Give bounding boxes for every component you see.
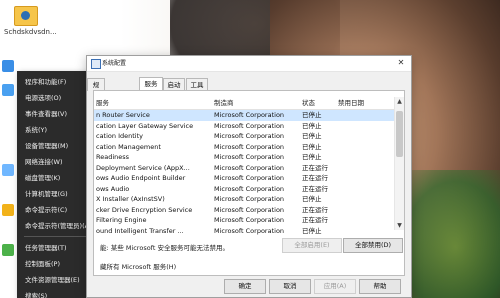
- app-icon[interactable]: [2, 60, 14, 72]
- disabled-date: [338, 152, 398, 163]
- tab-services[interactable]: 服务: [139, 77, 163, 91]
- cancel-button[interactable]: 取消: [269, 279, 311, 294]
- tabs: 规 服务 启动 工具: [87, 77, 411, 91]
- manufacturer: Microsoft Corporation: [214, 226, 285, 235]
- scroll-up-icon[interactable]: ▲: [396, 98, 403, 105]
- user-folder-icon: [14, 6, 38, 26]
- manufacturer: Microsoft Corporation: [214, 216, 285, 224]
- disable-all-button[interactable]: 全部禁用(D): [343, 238, 403, 253]
- service-name: Deployment Service (AppX...: [96, 163, 190, 172]
- window-title: 系统配置: [102, 60, 127, 67]
- app-icon[interactable]: [2, 244, 14, 256]
- disabled-date: [338, 110, 398, 121]
- disabled-date: [338, 194, 398, 205]
- vertical-scrollbar[interactable]: ▲ ▼: [394, 97, 404, 230]
- hide-microsoft-services-label[interactable]: 藏所有 Microsoft 服务(H): [100, 261, 176, 271]
- disabled-date: [338, 184, 398, 195]
- status: 正在运行: [302, 163, 328, 172]
- service-name: ound Intelligent Transfer ...: [96, 226, 184, 235]
- app-icon[interactable]: [2, 84, 14, 96]
- disabled-date: [338, 173, 398, 184]
- desktop-file-icon[interactable]: Schdskdvsdn...: [4, 6, 58, 40]
- status: 已停止: [302, 121, 322, 130]
- table-row[interactable]: cation Management Microsoft Corporation …: [94, 142, 404, 153]
- service-name: cation Identity: [96, 132, 143, 140]
- manufacturer: Microsoft Corporation: [214, 111, 285, 119]
- table-row[interactable]: Readiness Microsoft Corporation 已停止: [94, 152, 404, 163]
- status: 已停止: [302, 226, 322, 235]
- disabled-date: [338, 142, 398, 153]
- manufacturer: Microsoft Corporation: [214, 153, 285, 161]
- status: 正在运行: [302, 174, 328, 182]
- manufacturer: Microsoft Corporation: [214, 174, 285, 182]
- table-row[interactable]: cation Layer Gateway Service Microsoft C…: [94, 121, 404, 132]
- disabled-date: [338, 215, 398, 226]
- service-name: X Installer (AxInstSV): [96, 195, 165, 203]
- manufacturer: Microsoft Corporation: [214, 132, 285, 140]
- service-name: cation Layer Gateway Service: [96, 121, 194, 130]
- table-row[interactable]: n Router Service Microsoft Corporation 已…: [94, 110, 404, 121]
- services-panel: 服务 制造商 状态 禁用日期 n Router Service Microsof…: [93, 90, 405, 276]
- manufacturer: Microsoft Corporation: [214, 205, 285, 214]
- table-row[interactable]: X Installer (AxInstSV) Microsoft Corpora…: [94, 194, 404, 205]
- service-name: n Router Service: [96, 111, 150, 119]
- enable-all-button[interactable]: 全部启用(E): [282, 238, 342, 253]
- status: 正在运行: [302, 205, 328, 214]
- services-list: n Router Service Microsoft Corporation 已…: [94, 110, 404, 235]
- status: 已停止: [302, 142, 322, 151]
- disabled-date: [338, 226, 398, 237]
- security-note: 能: 某些 Microsoft 安全服务可能无法禁用。: [100, 244, 229, 252]
- service-name: ows Audio Endpoint Builder: [96, 174, 186, 182]
- status: 已停止: [302, 111, 322, 119]
- left-edge-icons: [0, 50, 16, 270]
- services-table-header: 服务 制造商 状态 禁用日期: [94, 97, 404, 110]
- desktop-wallpaper: Schdskdvsdn... 程序和功能(F) 电源选项(O) 事件查看器(V)…: [0, 0, 500, 298]
- disabled-date: [338, 163, 398, 174]
- status: 正在运行: [302, 184, 328, 193]
- help-button[interactable]: 帮助: [359, 279, 401, 294]
- disabled-date: [338, 205, 398, 216]
- column-header-manufacturer[interactable]: 制造商: [212, 97, 298, 109]
- dialog-buttons: 确定 取消 应用(A) 帮助: [87, 278, 411, 294]
- disabled-date: [338, 131, 398, 142]
- manufacturer: Microsoft Corporation: [214, 163, 285, 172]
- table-row[interactable]: Deployment Service (AppX... Microsoft Co…: [94, 163, 404, 174]
- desktop-icon-label: Schdskdvsdn...: [4, 28, 57, 36]
- close-icon[interactable]: ✕: [396, 58, 406, 68]
- service-name: cation Management: [96, 142, 161, 151]
- scroll-thumb[interactable]: [396, 111, 403, 157]
- apply-button[interactable]: 应用(A): [314, 279, 356, 294]
- manufacturer: Microsoft Corporation: [214, 195, 285, 203]
- status: 已停止: [302, 153, 322, 161]
- ok-button[interactable]: 确定: [224, 279, 266, 294]
- column-header-status[interactable]: 状态: [300, 97, 338, 109]
- table-row[interactable]: Filtering Engine Microsoft Corporation 正…: [94, 215, 404, 226]
- service-name: Readiness: [96, 153, 130, 161]
- manufacturer: Microsoft Corporation: [214, 142, 285, 151]
- column-header-service[interactable]: 服务: [94, 97, 214, 109]
- manufacturer: Microsoft Corporation: [214, 121, 285, 130]
- status: 已停止: [302, 132, 322, 140]
- scroll-down-icon[interactable]: ▼: [396, 222, 403, 229]
- table-row[interactable]: ows Audio Endpoint Builder Microsoft Cor…: [94, 173, 404, 184]
- status: 正在运行: [302, 216, 328, 224]
- disabled-date: [338, 121, 398, 132]
- service-name: ows Audio: [96, 184, 130, 193]
- status: 已停止: [302, 195, 322, 203]
- manufacturer: Microsoft Corporation: [214, 184, 285, 193]
- table-row[interactable]: cker Drive Encryption Service Microsoft …: [94, 205, 404, 216]
- service-name: Filtering Engine: [96, 216, 147, 224]
- title-bar[interactable]: 系统配置 ✕: [87, 56, 411, 72]
- app-icon[interactable]: [2, 164, 14, 176]
- system-configuration-window: 系统配置 ✕ 规 服务 启动 工具 服务 制造商 状态 禁用日期 n Route…: [86, 55, 412, 298]
- table-row[interactable]: ound Intelligent Transfer ... Microsoft …: [94, 226, 404, 237]
- table-row[interactable]: cation Identity Microsoft Corporation 已停…: [94, 131, 404, 142]
- table-row[interactable]: ows Audio Microsoft Corporation 正在运行: [94, 184, 404, 195]
- column-header-disabled-date[interactable]: 禁用日期: [336, 97, 398, 109]
- service-name: cker Drive Encryption Service: [96, 205, 193, 214]
- msconfig-icon: [91, 59, 101, 69]
- app-icon[interactable]: [2, 204, 14, 216]
